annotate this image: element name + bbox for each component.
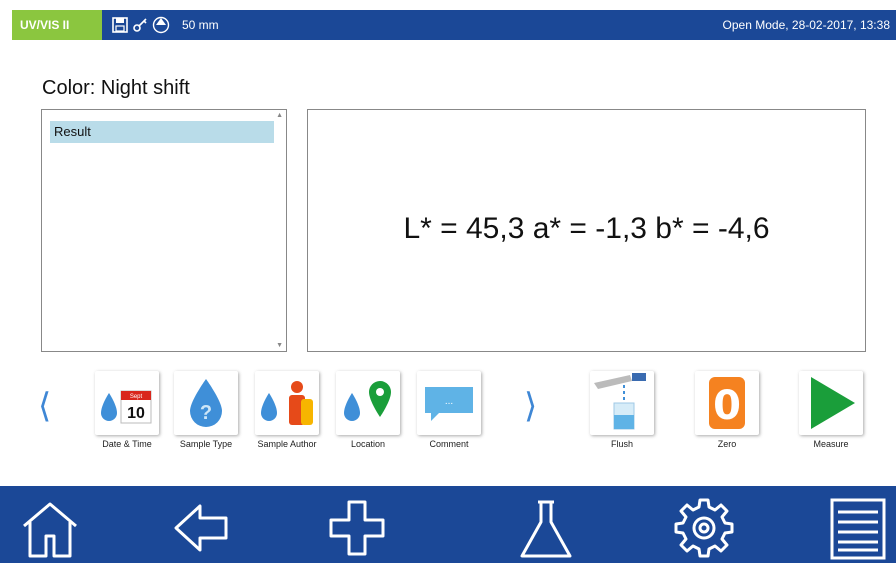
play-icon (811, 377, 855, 429)
scroll-up-icon[interactable]: ▲ (276, 112, 283, 119)
flask-button[interactable] (514, 496, 578, 560)
cuvette-icon (152, 16, 170, 34)
sample-type-button[interactable]: ? Sample Type (174, 371, 238, 449)
flush-button[interactable]: Flush (590, 371, 654, 449)
zero-glyph: 0 (713, 383, 741, 429)
flask-icon (520, 500, 572, 558)
page-title: Color: Night shift (42, 77, 190, 99)
zero-icon: 0 (709, 377, 745, 429)
settings-button[interactable] (672, 496, 736, 560)
key-icon[interactable] (132, 17, 148, 33)
add-icon (329, 500, 385, 556)
mode-badge: UV/VIS II (12, 10, 102, 40)
comment-icon: ... (425, 387, 473, 421)
path-length: 50 mm (182, 18, 219, 32)
result-panel: L* = 45,3 a* = -1,3 b* = -4,6 (307, 109, 866, 352)
location-icon (344, 381, 391, 421)
save-icon[interactable] (112, 17, 128, 33)
results-list[interactable]: Result ▲ ▼ (41, 109, 287, 352)
zero-button[interactable]: 0 Zero (695, 371, 759, 449)
zero-label: Zero (717, 439, 737, 449)
date-time-icon: Sept 10 (101, 390, 152, 424)
top-status-bar: UV/VIS II 50 mm Open Mode, 28-02-2017, 1… (0, 0, 896, 40)
comment-button[interactable]: ... Comment (417, 371, 481, 449)
toolbar-prev-button[interactable]: ⟨ (38, 386, 51, 426)
flush-icon (594, 373, 646, 430)
comment-label: Comment (429, 439, 469, 449)
result-value: L* = 45,3 a* = -1,3 b* = -4,6 (403, 212, 770, 245)
status-text: Open Mode, 28-02-2017, 13:38 (722, 18, 890, 32)
home-icon (23, 502, 77, 558)
sample-type-icon: ? (190, 379, 222, 427)
svg-text:?: ? (200, 402, 212, 424)
list-item[interactable]: Result (50, 121, 274, 143)
location-button[interactable]: Location (336, 371, 400, 449)
add-button[interactable] (325, 496, 389, 560)
date-time-button[interactable]: Sept 10 Date & Time (95, 371, 159, 449)
back-icon (174, 504, 228, 552)
sample-author-icon (261, 381, 313, 425)
calendar-month: Sept (130, 394, 143, 400)
settings-icon (674, 498, 734, 558)
measure-button[interactable]: Measure (799, 371, 863, 449)
sample-author-button[interactable]: Sample Author (255, 371, 319, 449)
flush-label: Flush (610, 439, 633, 449)
back-button[interactable] (168, 496, 232, 560)
home-button[interactable] (18, 496, 82, 560)
bottom-nav-bar (0, 486, 896, 563)
measure-label: Measure (813, 439, 849, 449)
calendar-day: 10 (127, 405, 145, 422)
menu-icon (830, 498, 886, 560)
scroll-down-icon[interactable]: ▼ (276, 342, 283, 349)
toolbar-next-button[interactable]: ⟩ (524, 386, 537, 426)
menu-button[interactable] (826, 496, 890, 560)
comment-dots: ... (445, 396, 453, 407)
